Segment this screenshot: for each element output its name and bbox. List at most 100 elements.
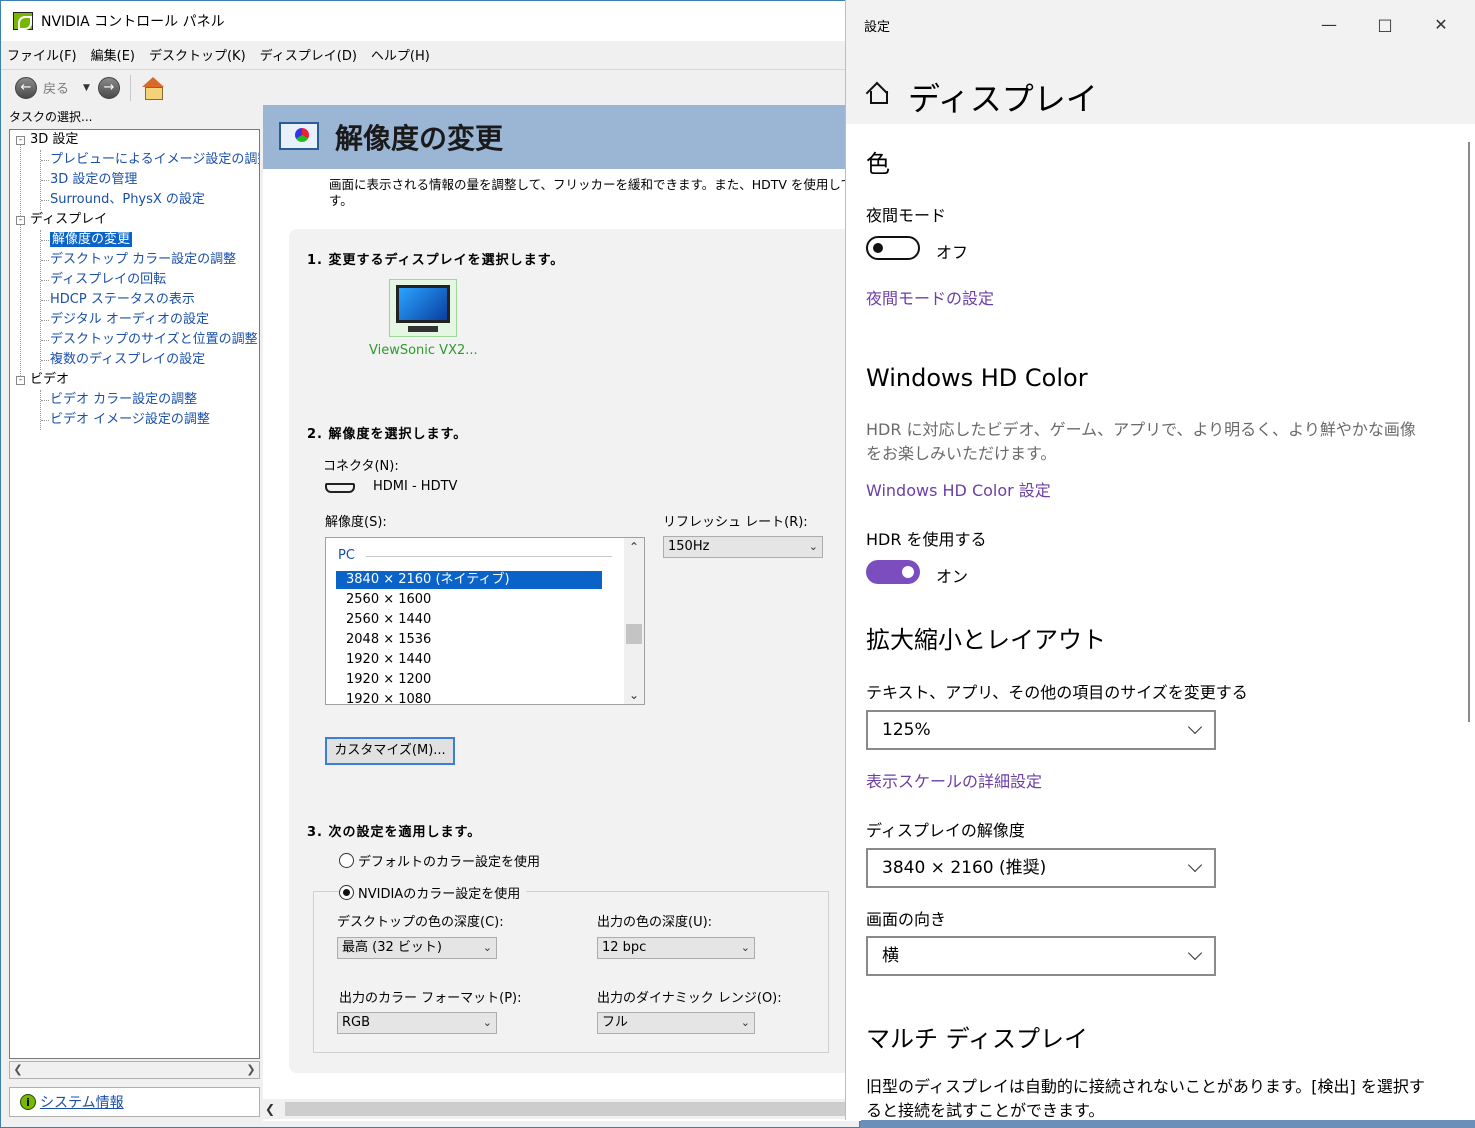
refresh-rate-select[interactable]: 150Hz ⌄ bbox=[663, 536, 823, 558]
tree-item-rotate[interactable]: ディスプレイの回転 bbox=[50, 270, 166, 290]
menu-display[interactable]: ディスプレイ(D) bbox=[260, 45, 357, 64]
display-thumbnail[interactable] bbox=[389, 279, 457, 337]
orientation-value: 横 bbox=[882, 946, 899, 966]
advanced-scale-link[interactable]: 表示スケールの詳細設定 bbox=[866, 768, 1042, 792]
tree-line bbox=[41, 280, 49, 281]
task-tree: - 3D 設定 プレビューによるイメージ設定の調整 3D 設定の管理 Surro… bbox=[9, 129, 260, 1059]
hd-color-heading: Windows HD Color bbox=[866, 364, 1088, 392]
scale-select[interactable]: 125% bbox=[866, 710, 1216, 750]
resolution-item[interactable]: 2560 × 1600 bbox=[336, 591, 602, 609]
tree-item-hdcp[interactable]: HDCP ステータスの表示 bbox=[50, 290, 195, 310]
tree-item-size-position[interactable]: デスクトップのサイズと位置の調整 bbox=[50, 330, 258, 350]
hd-color-settings-link[interactable]: Windows HD Color 設定 bbox=[866, 477, 1051, 501]
tree-item-desktop-color[interactable]: デスクトップ カラー設定の調整 bbox=[50, 250, 236, 270]
hdr-toggle[interactable] bbox=[866, 560, 920, 584]
tree-item-video-image[interactable]: ビデオ イメージ設定の調整 bbox=[50, 410, 210, 430]
scrollbar-thumb[interactable] bbox=[1468, 142, 1470, 722]
display-name-label[interactable]: ViewSonic VX2... bbox=[369, 343, 478, 358]
menu-file[interactable]: ファイル(F) bbox=[7, 45, 77, 64]
home-icon[interactable] bbox=[141, 76, 165, 100]
refresh-rate-value: 150Hz bbox=[668, 539, 710, 554]
dynamic-range-select[interactable]: フル ⌄ bbox=[597, 1012, 755, 1034]
resolution-list[interactable]: PC 3840 × 2160 (ネイティブ) 2560 × 1600 2560 … bbox=[325, 537, 645, 705]
nvidia-titlebar: NVIDIA コントロール パネル bbox=[1, 1, 861, 41]
hdr-state: オン bbox=[936, 567, 969, 586]
back-arrow-icon[interactable]: ← bbox=[15, 76, 37, 99]
customize-button[interactable]: カスタマイズ(M)... bbox=[325, 737, 455, 765]
maximize-icon[interactable]: □ bbox=[1370, 10, 1400, 38]
tree-line bbox=[41, 200, 49, 201]
radio-button-default[interactable] bbox=[339, 853, 354, 868]
tree-item-surround[interactable]: Surround、PhysX の設定 bbox=[50, 190, 205, 210]
close-icon[interactable]: ✕ bbox=[1426, 10, 1456, 38]
scrollbar-thumb[interactable] bbox=[626, 624, 642, 644]
scrollbar-thumb[interactable] bbox=[285, 1102, 861, 1116]
task-tree-hscrollbar[interactable]: ❮ ❯ bbox=[9, 1061, 260, 1079]
forward-arrow-icon[interactable]: → bbox=[97, 76, 120, 99]
tree-item-preview[interactable]: プレビューによるイメージ設定の調整 bbox=[50, 150, 259, 170]
step-2-heading: 2. 解像度を選択します。 bbox=[307, 427, 468, 442]
collapse-display-icon[interactable]: - bbox=[16, 216, 25, 225]
display-resolution-select[interactable]: 3840 × 2160 (推奨) bbox=[866, 848, 1216, 888]
resolution-item[interactable]: 1920 × 1440 bbox=[336, 651, 602, 669]
scale-label: テキスト、アプリ、その他の項目のサイズを変更する bbox=[866, 683, 1248, 702]
tree-item-resolution[interactable]: 解像度の変更 bbox=[50, 230, 133, 250]
collapse-video-icon[interactable]: - bbox=[16, 376, 25, 385]
resolution-item[interactable]: 2048 × 1536 bbox=[336, 631, 602, 649]
output-depth-select[interactable]: 12 bpc ⌄ bbox=[597, 937, 755, 959]
resolution-item[interactable]: 1920 × 1080 bbox=[336, 691, 602, 704]
color-format-label: 出力のカラー フォーマット(P): bbox=[339, 991, 522, 1006]
step-1-heading: 1. 変更するディスプレイを選択します。 bbox=[307, 253, 565, 268]
color-heading: 色 bbox=[866, 150, 890, 178]
radio-button-nvidia[interactable] bbox=[339, 885, 354, 900]
system-info-link[interactable]: システム情報 bbox=[40, 1092, 124, 1112]
scroll-left-icon[interactable]: ❮ bbox=[10, 1062, 26, 1078]
chevron-down-icon: ⌄ bbox=[482, 941, 492, 954]
radio-nvidia-color[interactable]: NVIDIAのカラー設定を使用 bbox=[339, 883, 527, 902]
resolution-list-scrollbar[interactable]: ⌃ ⌄ bbox=[624, 538, 644, 704]
collapse-3d-icon[interactable]: - bbox=[16, 136, 25, 145]
orientation-label: 画面の向き bbox=[866, 910, 947, 929]
content-hscrollbar[interactable]: ❮ bbox=[263, 1099, 861, 1119]
tree-item-video-color[interactable]: ビデオ カラー設定の調整 bbox=[50, 390, 197, 410]
desktop-depth-select[interactable]: 最高 (32 ビット) ⌄ bbox=[337, 937, 497, 959]
tree-cat-3d[interactable]: 3D 設定 bbox=[30, 130, 78, 150]
scroll-up-icon[interactable]: ⌃ bbox=[624, 538, 644, 556]
tree-cat-display[interactable]: ディスプレイ bbox=[30, 210, 107, 230]
menu-edit[interactable]: 編集(E) bbox=[91, 45, 135, 64]
settings-page-title: ディスプレイ bbox=[908, 80, 1098, 118]
scroll-left-icon[interactable]: ❮ bbox=[265, 1099, 275, 1119]
scroll-down-icon[interactable]: ⌄ bbox=[624, 686, 644, 704]
tree-item-multi-display[interactable]: 複数のディスプレイの設定 bbox=[50, 350, 205, 370]
minimize-icon[interactable]: — bbox=[1314, 10, 1344, 38]
settings-window: 設定 — □ ✕ ディスプレイ 色 夜間モード オフ 夜間モードの設定 Wind… bbox=[845, 0, 1475, 1120]
chevron-down-icon bbox=[1187, 857, 1203, 873]
tree-line bbox=[41, 400, 49, 401]
color-format-value: RGB bbox=[342, 1015, 371, 1030]
color-format-select[interactable]: RGB ⌄ bbox=[337, 1012, 497, 1034]
settings-scrollbar[interactable] bbox=[1462, 124, 1475, 1120]
resolution-item[interactable]: 3840 × 2160 (ネイティブ) bbox=[336, 571, 602, 589]
connector-value: HDMI - HDTV bbox=[373, 479, 458, 494]
tree-item-3d-manage[interactable]: 3D 設定の管理 bbox=[50, 170, 137, 190]
multi-display-heading: マルチ ディスプレイ bbox=[866, 1025, 1088, 1053]
history-dropdown-icon[interactable]: ▼ bbox=[83, 83, 90, 93]
system-info-bar: i システム情報 bbox=[9, 1087, 260, 1117]
orientation-select[interactable]: 横 bbox=[866, 936, 1216, 976]
radio-default-color[interactable]: デフォルトのカラー設定を使用 bbox=[339, 851, 540, 870]
scroll-right-icon[interactable]: ❯ bbox=[243, 1062, 259, 1078]
night-mode-toggle[interactable] bbox=[866, 236, 920, 260]
home-icon[interactable] bbox=[866, 82, 890, 104]
tree-item-audio[interactable]: デジタル オーディオの設定 bbox=[50, 310, 209, 330]
hdmi-connector-icon bbox=[325, 483, 355, 493]
resolution-item[interactable]: 1920 × 1200 bbox=[336, 671, 602, 689]
menu-help[interactable]: ヘルプ(H) bbox=[371, 45, 430, 64]
display-resolution-icon bbox=[277, 118, 323, 156]
menu-desktop[interactable]: デスクトップ(K) bbox=[149, 45, 246, 64]
night-mode-settings-link[interactable]: 夜間モードの設定 bbox=[866, 285, 994, 309]
tree-cat-video[interactable]: ビデオ bbox=[30, 370, 69, 390]
back-button-label[interactable]: 戻る bbox=[43, 78, 69, 97]
resolution-item[interactable]: 2560 × 1440 bbox=[336, 611, 602, 629]
hdr-label: HDR を使用する bbox=[866, 530, 987, 549]
page-description-line-2: す。 bbox=[329, 193, 353, 208]
